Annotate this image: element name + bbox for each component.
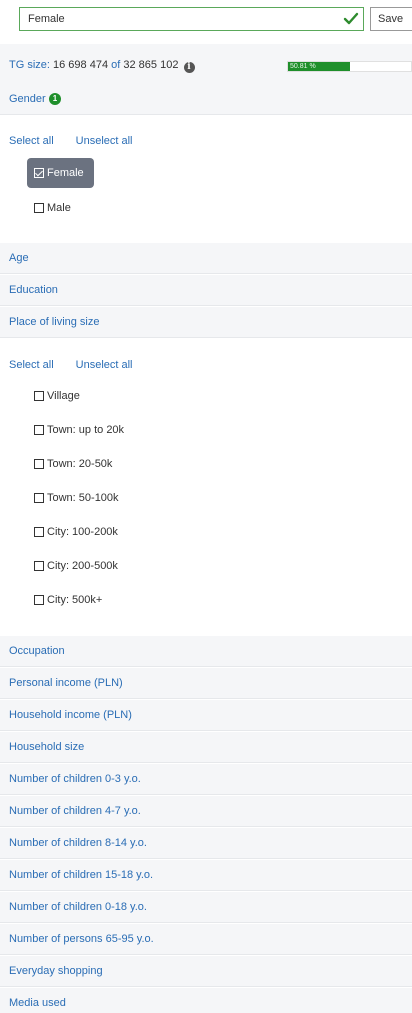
checkbox-icon[interactable]: [34, 595, 44, 605]
tg-size-text: TG size: 16 698 474 of 32 865 102 i: [9, 59, 195, 73]
option-town-up-to-20k[interactable]: Town: up to 20k: [34, 422, 124, 438]
option-label: Town: up to 20k: [47, 424, 125, 436]
section-label: Household size: [9, 741, 85, 753]
place-options-panel: Select all Unselect all Village Town: up …: [0, 339, 412, 636]
option-town-20-50k[interactable]: Town: 20-50k: [34, 456, 112, 472]
section-label: Household income (PLN): [9, 709, 132, 721]
section-label: Age: [9, 252, 29, 264]
gender-options-panel: Select all Unselect all Female Male: [0, 115, 412, 242]
checkbox-icon[interactable]: [34, 561, 44, 571]
section-label: Personal income (PLN): [9, 677, 123, 689]
checkbox-checked-icon[interactable]: [34, 168, 44, 178]
section-label: Place of living size: [9, 316, 100, 328]
unselect-all-link[interactable]: Unselect all: [76, 359, 133, 371]
unselect-all-link[interactable]: Unselect all: [76, 135, 133, 147]
section-header-education[interactable]: Education ⋮: [0, 275, 412, 306]
tg-size-value: 16 698 474: [53, 59, 109, 71]
section-header-children-15-18[interactable]: Number of children 15-18 y.o.⋮: [0, 860, 412, 891]
section-label: Everyday shopping: [9, 965, 103, 977]
checkbox-icon[interactable]: [34, 527, 44, 537]
section-header-place-of-living-size[interactable]: Place of living size ⋮: [0, 307, 412, 338]
section-label: Number of children 0-18 y.o.: [9, 901, 147, 913]
select-all-link[interactable]: Select all: [9, 135, 54, 147]
option-label: City: 500k+: [47, 594, 103, 606]
section-header-children-4-7[interactable]: Number of children 4-7 y.o.⋮: [0, 796, 412, 827]
option-town-50-100k[interactable]: Town: 50-100k: [34, 490, 119, 506]
tg-progress-bar: 50.81 %: [287, 61, 412, 72]
option-label: Female: [47, 167, 84, 179]
option-label: Town: 20-50k: [47, 458, 113, 470]
gender-select-links: Select all Unselect all: [9, 135, 133, 147]
section-header-children-0-18[interactable]: Number of children 0-18 y.o.⋮: [0, 892, 412, 923]
top-bar: Save: [0, 0, 412, 44]
tg-of-label: of: [111, 59, 121, 71]
option-male[interactable]: Male: [34, 200, 71, 216]
tg-total-value: 32 865 102: [123, 59, 179, 71]
section-label: Number of persons 65-95 y.o.: [9, 933, 154, 945]
option-city-200-500k[interactable]: City: 200-500k: [34, 558, 118, 574]
target-group-name-input[interactable]: [19, 7, 364, 31]
checkbox-icon[interactable]: [34, 493, 44, 503]
section-label: Number of children 15-18 y.o.: [9, 869, 154, 881]
section-header-household-size[interactable]: Household size⋮: [0, 732, 412, 763]
section-header-household-income[interactable]: Household income (PLN)⋮: [0, 700, 412, 731]
option-female[interactable]: Female: [27, 158, 94, 188]
checkbox-icon[interactable]: [34, 203, 44, 213]
option-label: Village: [47, 390, 80, 402]
option-village[interactable]: Village: [34, 388, 80, 404]
place-select-links: Select all Unselect all: [9, 359, 133, 371]
tg-size-label: TG size:: [9, 59, 50, 71]
section-header-media-used[interactable]: Media used⋮: [0, 988, 412, 1013]
option-city-100-200k[interactable]: City: 100-200k: [34, 524, 118, 540]
option-label: Town: 50-100k: [47, 492, 119, 504]
checkbox-icon[interactable]: [34, 459, 44, 469]
option-label: City: 200-500k: [47, 560, 118, 572]
section-header-children-0-3[interactable]: Number of children 0-3 y.o.⋮: [0, 764, 412, 795]
option-label: Male: [47, 202, 71, 214]
section-label: Number of children 0-3 y.o.: [9, 773, 141, 785]
section-label: Occupation: [9, 645, 65, 657]
tg-progress-percent: 50.81 %: [290, 63, 316, 70]
section-label: Number of children 8-14 y.o.: [9, 837, 147, 849]
section-header-occupation[interactable]: Occupation⋮: [0, 636, 412, 667]
option-city-500k-plus[interactable]: City: 500k+: [34, 592, 102, 608]
section-header-persons-65-95[interactable]: Number of persons 65-95 y.o.⋮: [0, 924, 412, 955]
option-label: City: 100-200k: [47, 526, 118, 538]
section-label: Media used: [9, 997, 66, 1009]
checkbox-icon[interactable]: [34, 391, 44, 401]
section-header-personal-income[interactable]: Personal income (PLN)⋮: [0, 668, 412, 699]
selected-count-badge: 1: [48, 93, 62, 105]
select-all-link[interactable]: Select all: [9, 359, 54, 371]
section-header-gender[interactable]: Gender1 ⋮: [0, 84, 412, 115]
section-label: Gender 1: [9, 93, 62, 105]
section-header-everyday-shopping[interactable]: Everyday shopping⋮: [0, 956, 412, 987]
check-icon: [343, 12, 359, 25]
checkbox-icon[interactable]: [34, 425, 44, 435]
save-button[interactable]: Save: [370, 7, 412, 31]
section-title: Gender: [9, 93, 46, 105]
section-label: Education: [9, 284, 58, 296]
section-label: Number of children 4-7 y.o.: [9, 805, 141, 817]
section-header-age[interactable]: Age ⋮: [0, 243, 412, 274]
section-header-children-8-14[interactable]: Number of children 8-14 y.o.⋮: [0, 828, 412, 859]
info-icon[interactable]: i: [183, 62, 195, 73]
